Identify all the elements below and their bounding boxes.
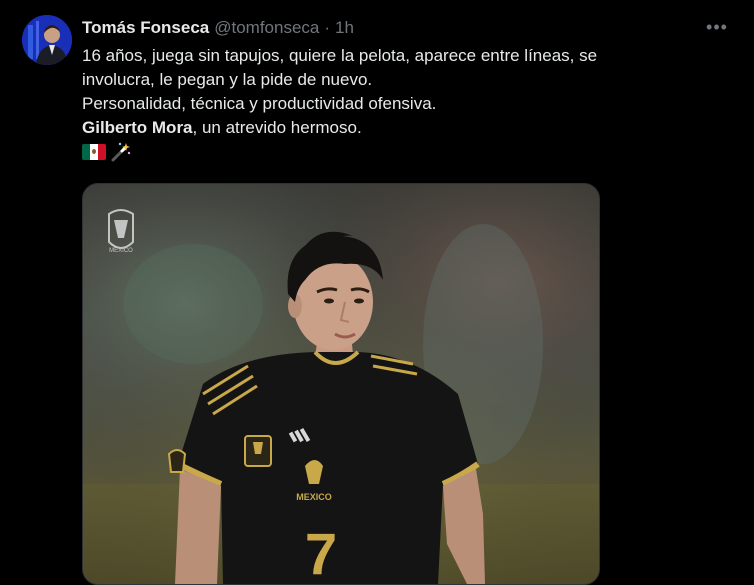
player-photo: MÉXICO MEXICO 7 [83, 184, 599, 584]
tweet-text: 16 años, juega sin tapujos, quiere la pe… [82, 44, 722, 164]
avatar-photo [22, 15, 72, 65]
tweet-media-image[interactable]: MÉXICO MEXICO 7 [82, 183, 600, 585]
tweet-line-rest: , un atrevido hermoso. [192, 118, 362, 137]
tweet-card: Tomás Fonseca @tomfonseca · 1h ••• 16 añ… [0, 0, 754, 585]
player-name: Gilberto Mora [82, 118, 193, 137]
separator-dot: · [324, 18, 331, 37]
tweet-line: 16 años, juega sin tapujos, quiere la pe… [82, 46, 598, 65]
flag-mexico-icon [82, 144, 106, 160]
avatar[interactable] [22, 15, 72, 65]
svg-text:7: 7 [305, 522, 337, 584]
author-name[interactable]: Tomás Fonseca [82, 18, 209, 38]
more-options-icon[interactable]: ••• [704, 16, 730, 38]
tweet-timestamp[interactable]: 1h [335, 18, 354, 38]
tweet-line: Gilberto Mora, un atrevido hermoso. [82, 116, 722, 140]
svg-text:MÉXICO: MÉXICO [109, 247, 133, 254]
emoji-row [82, 140, 722, 164]
tweet-line: Personalidad, técnica y productividad of… [82, 94, 437, 113]
tweet-line: involucra, le pegan y la pide de nuevo. [82, 70, 373, 89]
author-handle[interactable]: @tomfonseca [214, 18, 319, 38]
tweet-header: Tomás Fonseca @tomfonseca · 1h [82, 17, 354, 39]
magic-wand-icon [111, 142, 131, 162]
svg-text:MEXICO: MEXICO [296, 492, 332, 502]
